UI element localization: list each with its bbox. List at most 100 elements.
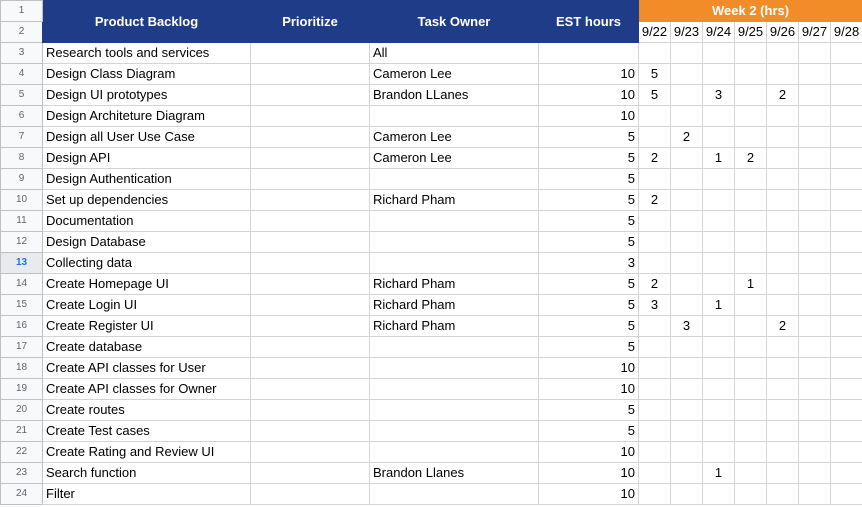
- day-hours-cell[interactable]: [702, 42, 735, 64]
- est-hours-cell[interactable]: 5: [538, 147, 639, 169]
- day-hours-cell[interactable]: [670, 189, 703, 211]
- est-hours-cell[interactable]: 10: [538, 357, 639, 379]
- day-hours-cell[interactable]: [829, 147, 862, 169]
- day-hours-cell[interactable]: 1: [734, 273, 767, 295]
- day-hours-cell[interactable]: [766, 105, 799, 127]
- day-hours-cell[interactable]: [798, 84, 831, 106]
- day-hours-cell[interactable]: [766, 252, 799, 274]
- est-hours-cell[interactable]: 5: [538, 126, 639, 148]
- header-product-backlog[interactable]: Product Backlog: [42, 0, 251, 43]
- day-hours-cell[interactable]: [702, 231, 735, 253]
- est-hours-cell[interactable]: 5: [538, 294, 639, 316]
- day-hours-cell[interactable]: [798, 462, 831, 484]
- header-prioritize[interactable]: Prioritize: [250, 0, 370, 43]
- day-hours-cell[interactable]: [638, 231, 671, 253]
- day-hours-cell[interactable]: 2: [638, 147, 671, 169]
- owner-cell[interactable]: Brandon LLanes: [369, 84, 539, 106]
- date-header[interactable]: 9/23: [670, 21, 703, 43]
- day-hours-cell[interactable]: [670, 231, 703, 253]
- date-header[interactable]: 9/24: [702, 21, 735, 43]
- row-number[interactable]: 3: [0, 42, 43, 64]
- est-hours-cell[interactable]: 5: [538, 399, 639, 421]
- day-hours-cell[interactable]: [766, 441, 799, 463]
- est-hours-cell[interactable]: 5: [538, 210, 639, 232]
- day-hours-cell[interactable]: [829, 294, 862, 316]
- task-cell[interactable]: Design Authentication: [42, 168, 251, 190]
- day-hours-cell[interactable]: [670, 42, 703, 64]
- priority-cell[interactable]: [250, 315, 370, 337]
- day-hours-cell[interactable]: [670, 357, 703, 379]
- day-hours-cell[interactable]: 3: [670, 315, 703, 337]
- day-hours-cell[interactable]: [766, 231, 799, 253]
- day-hours-cell[interactable]: [798, 42, 831, 64]
- day-hours-cell[interactable]: [798, 357, 831, 379]
- day-hours-cell[interactable]: [829, 441, 862, 463]
- est-hours-cell[interactable]: 5: [538, 336, 639, 358]
- day-hours-cell[interactable]: [798, 210, 831, 232]
- day-hours-cell[interactable]: [702, 273, 735, 295]
- day-hours-cell[interactable]: [766, 189, 799, 211]
- day-hours-cell[interactable]: [829, 189, 862, 211]
- day-hours-cell[interactable]: [766, 210, 799, 232]
- day-hours-cell[interactable]: [734, 357, 767, 379]
- day-hours-cell[interactable]: [734, 399, 767, 421]
- day-hours-cell[interactable]: [829, 399, 862, 421]
- day-hours-cell[interactable]: [829, 462, 862, 484]
- day-hours-cell[interactable]: [734, 462, 767, 484]
- priority-cell[interactable]: [250, 63, 370, 85]
- day-hours-cell[interactable]: [829, 336, 862, 358]
- day-hours-cell[interactable]: [670, 105, 703, 127]
- priority-cell[interactable]: [250, 42, 370, 64]
- date-header[interactable]: 9/22: [638, 21, 671, 43]
- day-hours-cell[interactable]: [670, 147, 703, 169]
- task-cell[interactable]: Design Architeture Diagram: [42, 105, 251, 127]
- day-hours-cell[interactable]: [734, 252, 767, 274]
- row-number[interactable]: 11: [0, 210, 43, 232]
- est-hours-cell[interactable]: 5: [538, 231, 639, 253]
- day-hours-cell[interactable]: [829, 483, 862, 505]
- day-hours-cell[interactable]: [670, 420, 703, 442]
- day-hours-cell[interactable]: [798, 147, 831, 169]
- day-hours-cell[interactable]: [798, 63, 831, 85]
- day-hours-cell[interactable]: [798, 315, 831, 337]
- day-hours-cell[interactable]: 3: [702, 84, 735, 106]
- day-hours-cell[interactable]: [670, 294, 703, 316]
- priority-cell[interactable]: [250, 462, 370, 484]
- day-hours-cell[interactable]: [638, 252, 671, 274]
- day-hours-cell[interactable]: [702, 126, 735, 148]
- row-number[interactable]: 19: [0, 378, 43, 400]
- date-header[interactable]: 9/26: [766, 21, 799, 43]
- task-cell[interactable]: Collecting data: [42, 252, 251, 274]
- day-hours-cell[interactable]: [766, 378, 799, 400]
- est-hours-cell[interactable]: 10: [538, 462, 639, 484]
- task-cell[interactable]: Set up dependencies: [42, 189, 251, 211]
- priority-cell[interactable]: [250, 378, 370, 400]
- day-hours-cell[interactable]: 1: [702, 462, 735, 484]
- owner-cell[interactable]: Richard Pham: [369, 189, 539, 211]
- day-hours-cell[interactable]: [766, 357, 799, 379]
- day-hours-cell[interactable]: [798, 231, 831, 253]
- day-hours-cell[interactable]: [702, 63, 735, 85]
- priority-cell[interactable]: [250, 231, 370, 253]
- day-hours-cell[interactable]: [829, 84, 862, 106]
- priority-cell[interactable]: [250, 420, 370, 442]
- owner-cell[interactable]: [369, 252, 539, 274]
- day-hours-cell[interactable]: [766, 126, 799, 148]
- row-number[interactable]: 20: [0, 399, 43, 421]
- day-hours-cell[interactable]: [638, 315, 671, 337]
- est-hours-cell[interactable]: 10: [538, 441, 639, 463]
- priority-cell[interactable]: [250, 273, 370, 295]
- day-hours-cell[interactable]: [702, 483, 735, 505]
- day-hours-cell[interactable]: [638, 168, 671, 190]
- priority-cell[interactable]: [250, 105, 370, 127]
- day-hours-cell[interactable]: 2: [638, 273, 671, 295]
- day-hours-cell[interactable]: [670, 63, 703, 85]
- row-number[interactable]: 8: [0, 147, 43, 169]
- day-hours-cell[interactable]: [798, 441, 831, 463]
- task-cell[interactable]: Create database: [42, 336, 251, 358]
- day-hours-cell[interactable]: [702, 252, 735, 274]
- day-hours-cell[interactable]: [734, 42, 767, 64]
- priority-cell[interactable]: [250, 294, 370, 316]
- header-week[interactable]: Week 2 (hrs): [637, 0, 862, 22]
- day-hours-cell[interactable]: [638, 210, 671, 232]
